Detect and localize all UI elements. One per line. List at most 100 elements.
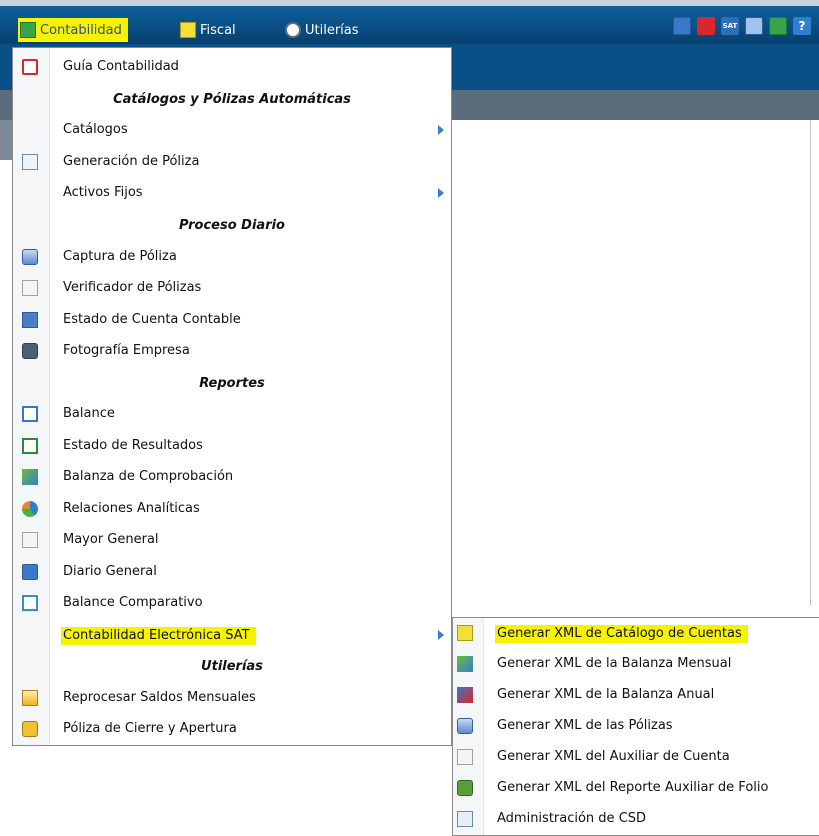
submenu-item-xml-reporte-auxiliar-folio[interactable]: Generar XML del Reporte Auxiliar de Foli…: [453, 773, 819, 804]
chart-icon: [457, 656, 473, 672]
menu-item-label: Mayor General: [63, 532, 159, 547]
submenu-item-label: Generar XML del Auxiliar de Cuenta: [497, 749, 730, 764]
submenu-arrow-icon: [438, 125, 444, 135]
menu-item-balanza-comprobacion[interactable]: Balanza de Comprobación: [13, 461, 451, 493]
menu-item-guia-contabilidad[interactable]: Guía Contabilidad: [13, 51, 451, 83]
menu-item-label: Guía Contabilidad: [63, 59, 179, 74]
report-icon: [22, 438, 38, 454]
screen-icon[interactable]: [673, 17, 691, 35]
menu-contabilidad-label: Contabilidad: [40, 22, 122, 38]
pdf-icon: [22, 59, 38, 75]
menu-item-reprocesar-saldos[interactable]: Reprocesar Saldos Mensuales: [13, 682, 451, 714]
warning-icon: [22, 690, 38, 706]
compare-icon: [22, 595, 38, 611]
section-header-reportes: Reportes: [199, 375, 265, 391]
menu-item-label: Estado de Resultados: [63, 438, 203, 453]
ledger-icon: [20, 22, 36, 38]
menu-item-fotografia-empresa[interactable]: Fotografía Empresa: [13, 335, 451, 367]
submenu-item-label: Generar XML de la Balanza Anual: [497, 687, 715, 702]
screen-key-icon: [457, 811, 473, 827]
submenu-item-label: Generar XML de la Balanza Mensual: [497, 656, 732, 671]
submenu-arrow-icon: [438, 630, 444, 640]
lock-icon: [22, 721, 38, 737]
folder-icon: [180, 22, 196, 38]
menu-item-label: Relaciones Analíticas: [63, 501, 200, 516]
menu-item-balance-comparativo[interactable]: Balance Comparativo: [13, 587, 451, 619]
menu-item-estado-cuenta-contable[interactable]: Estado de Cuenta Contable: [13, 304, 451, 336]
menu-item-estado-resultados[interactable]: Estado de Resultados: [13, 430, 451, 462]
notebook-icon: [457, 625, 473, 641]
submenu-item-xml-polizas[interactable]: Generar XML de las Pólizas: [453, 711, 819, 742]
submenu-item-label: Generar XML del Reporte Auxiliar de Foli…: [497, 780, 769, 795]
menu-fiscal[interactable]: Fiscal: [180, 18, 236, 42]
section-header-utilerias: Utilerías: [201, 658, 263, 674]
menu-item-diario-general[interactable]: Diario General: [13, 556, 451, 588]
submenu-item-label: Generar XML de las Pólizas: [497, 718, 673, 733]
menu-item-label: Balance Comparativo: [63, 595, 203, 610]
checklist-icon: [22, 280, 38, 296]
menu-item-label: Balance: [63, 406, 115, 421]
pie-chart-icon: [22, 501, 38, 517]
disk-icon: [22, 249, 38, 265]
help-icon[interactable]: ?: [793, 17, 811, 35]
menu-item-catalogos[interactable]: Catálogos: [13, 114, 451, 146]
submenu-item-label: Administración de CSD: [497, 811, 647, 826]
document-gear-icon: [22, 154, 38, 170]
chart-red-icon: [457, 687, 473, 703]
sat-icon[interactable]: SAT: [721, 17, 739, 35]
contabilidad-dropdown: Guía Contabilidad Catálogos y Pólizas Au…: [12, 47, 452, 746]
content-area: [452, 120, 811, 605]
disk-icon: [457, 718, 473, 734]
submenu-item-label: Generar XML de Catálogo de Cuentas: [495, 625, 748, 643]
menu-item-label: Generación de Póliza: [63, 154, 200, 169]
submenu-item-xml-balanza-mensual[interactable]: Generar XML de la Balanza Mensual: [453, 649, 819, 680]
page-icon: [22, 532, 38, 548]
calculator-icon[interactable]: [745, 17, 763, 35]
exit-icon[interactable]: [769, 17, 787, 35]
page-icon: [457, 749, 473, 765]
menu-fiscal-label: Fiscal: [200, 22, 236, 38]
menu-contabilidad[interactable]: Contabilidad: [18, 18, 128, 42]
menu-item-balance[interactable]: Balance: [13, 398, 451, 430]
balance-icon: [22, 406, 38, 422]
submenu-item-xml-catalogo-cuentas[interactable]: Generar XML de Catálogo de Cuentas: [453, 618, 819, 649]
menu-item-contabilidad-electronica-sat[interactable]: Contabilidad Electrónica SAT: [13, 619, 451, 651]
menu-utilerias[interactable]: Utilerías: [285, 18, 359, 42]
menu-item-captura-poliza[interactable]: Captura de Póliza: [13, 241, 451, 273]
menu-item-label: Balanza de Comprobación: [63, 469, 234, 484]
menu-item-label: Activos Fijos: [63, 185, 143, 200]
gear-report-icon: [457, 780, 473, 796]
menu-item-label: Reprocesar Saldos Mensuales: [63, 690, 256, 705]
menu-item-mayor-general[interactable]: Mayor General: [13, 524, 451, 556]
left-gutter: [0, 120, 12, 160]
edit-icon: [22, 312, 38, 328]
menu-item-poliza-cierre-apertura[interactable]: Póliza de Cierre y Apertura: [13, 713, 451, 745]
submenu-item-xml-balanza-anual[interactable]: Generar XML de la Balanza Anual: [453, 680, 819, 711]
tree-icon[interactable]: [697, 17, 715, 35]
menu-item-label: Póliza de Cierre y Apertura: [63, 721, 237, 736]
section-header-proceso-diario: Proceso Diario: [178, 217, 285, 233]
submenu-arrow-icon: [438, 188, 444, 198]
contabilidad-electronica-submenu: Generar XML de Catálogo de Cuentas Gener…: [452, 617, 819, 836]
menu-item-verificador-polizas[interactable]: Verificador de Pólizas: [13, 272, 451, 304]
menu-item-activos-fijos[interactable]: Activos Fijos: [13, 177, 451, 209]
menu-item-relaciones-analiticas[interactable]: Relaciones Analíticas: [13, 493, 451, 525]
menu-item-label: Captura de Póliza: [63, 249, 177, 264]
menu-item-label: Verificador de Pólizas: [63, 280, 202, 295]
top-menu-bar: Contabilidad Fiscal Utilerías SAT ?: [0, 0, 819, 44]
book-icon: [22, 564, 38, 580]
menu-item-label: Catálogos: [63, 122, 128, 137]
tools-icon: [285, 22, 301, 38]
menu-item-label: Estado de Cuenta Contable: [63, 312, 241, 327]
menu-item-label: Fotografía Empresa: [63, 343, 190, 358]
section-header-catalogos: Catálogos y Pólizas Automáticas: [113, 91, 351, 107]
chart-icon: [22, 469, 38, 485]
menu-item-generacion-poliza[interactable]: Generación de Póliza: [13, 146, 451, 178]
menu-item-label: Diario General: [63, 564, 157, 579]
camera-icon: [22, 343, 38, 359]
menu-utilerias-label: Utilerías: [305, 22, 359, 38]
menu-item-label: Contabilidad Electrónica SAT: [61, 627, 256, 645]
submenu-item-xml-auxiliar-cuenta[interactable]: Generar XML del Auxiliar de Cuenta: [453, 742, 819, 773]
toolbar-icons: SAT ?: [673, 17, 811, 35]
submenu-item-administracion-csd[interactable]: Administración de CSD: [453, 804, 819, 835]
